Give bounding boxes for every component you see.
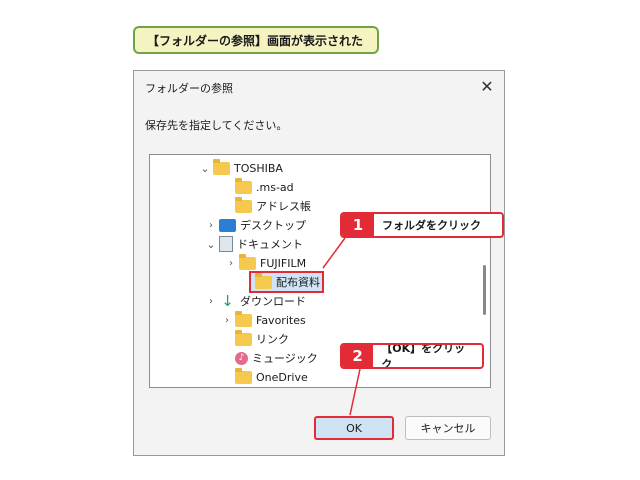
leader-line-1 [322,237,346,269]
callout-leader-lines [322,237,361,416]
leader-line-2 [349,368,361,416]
